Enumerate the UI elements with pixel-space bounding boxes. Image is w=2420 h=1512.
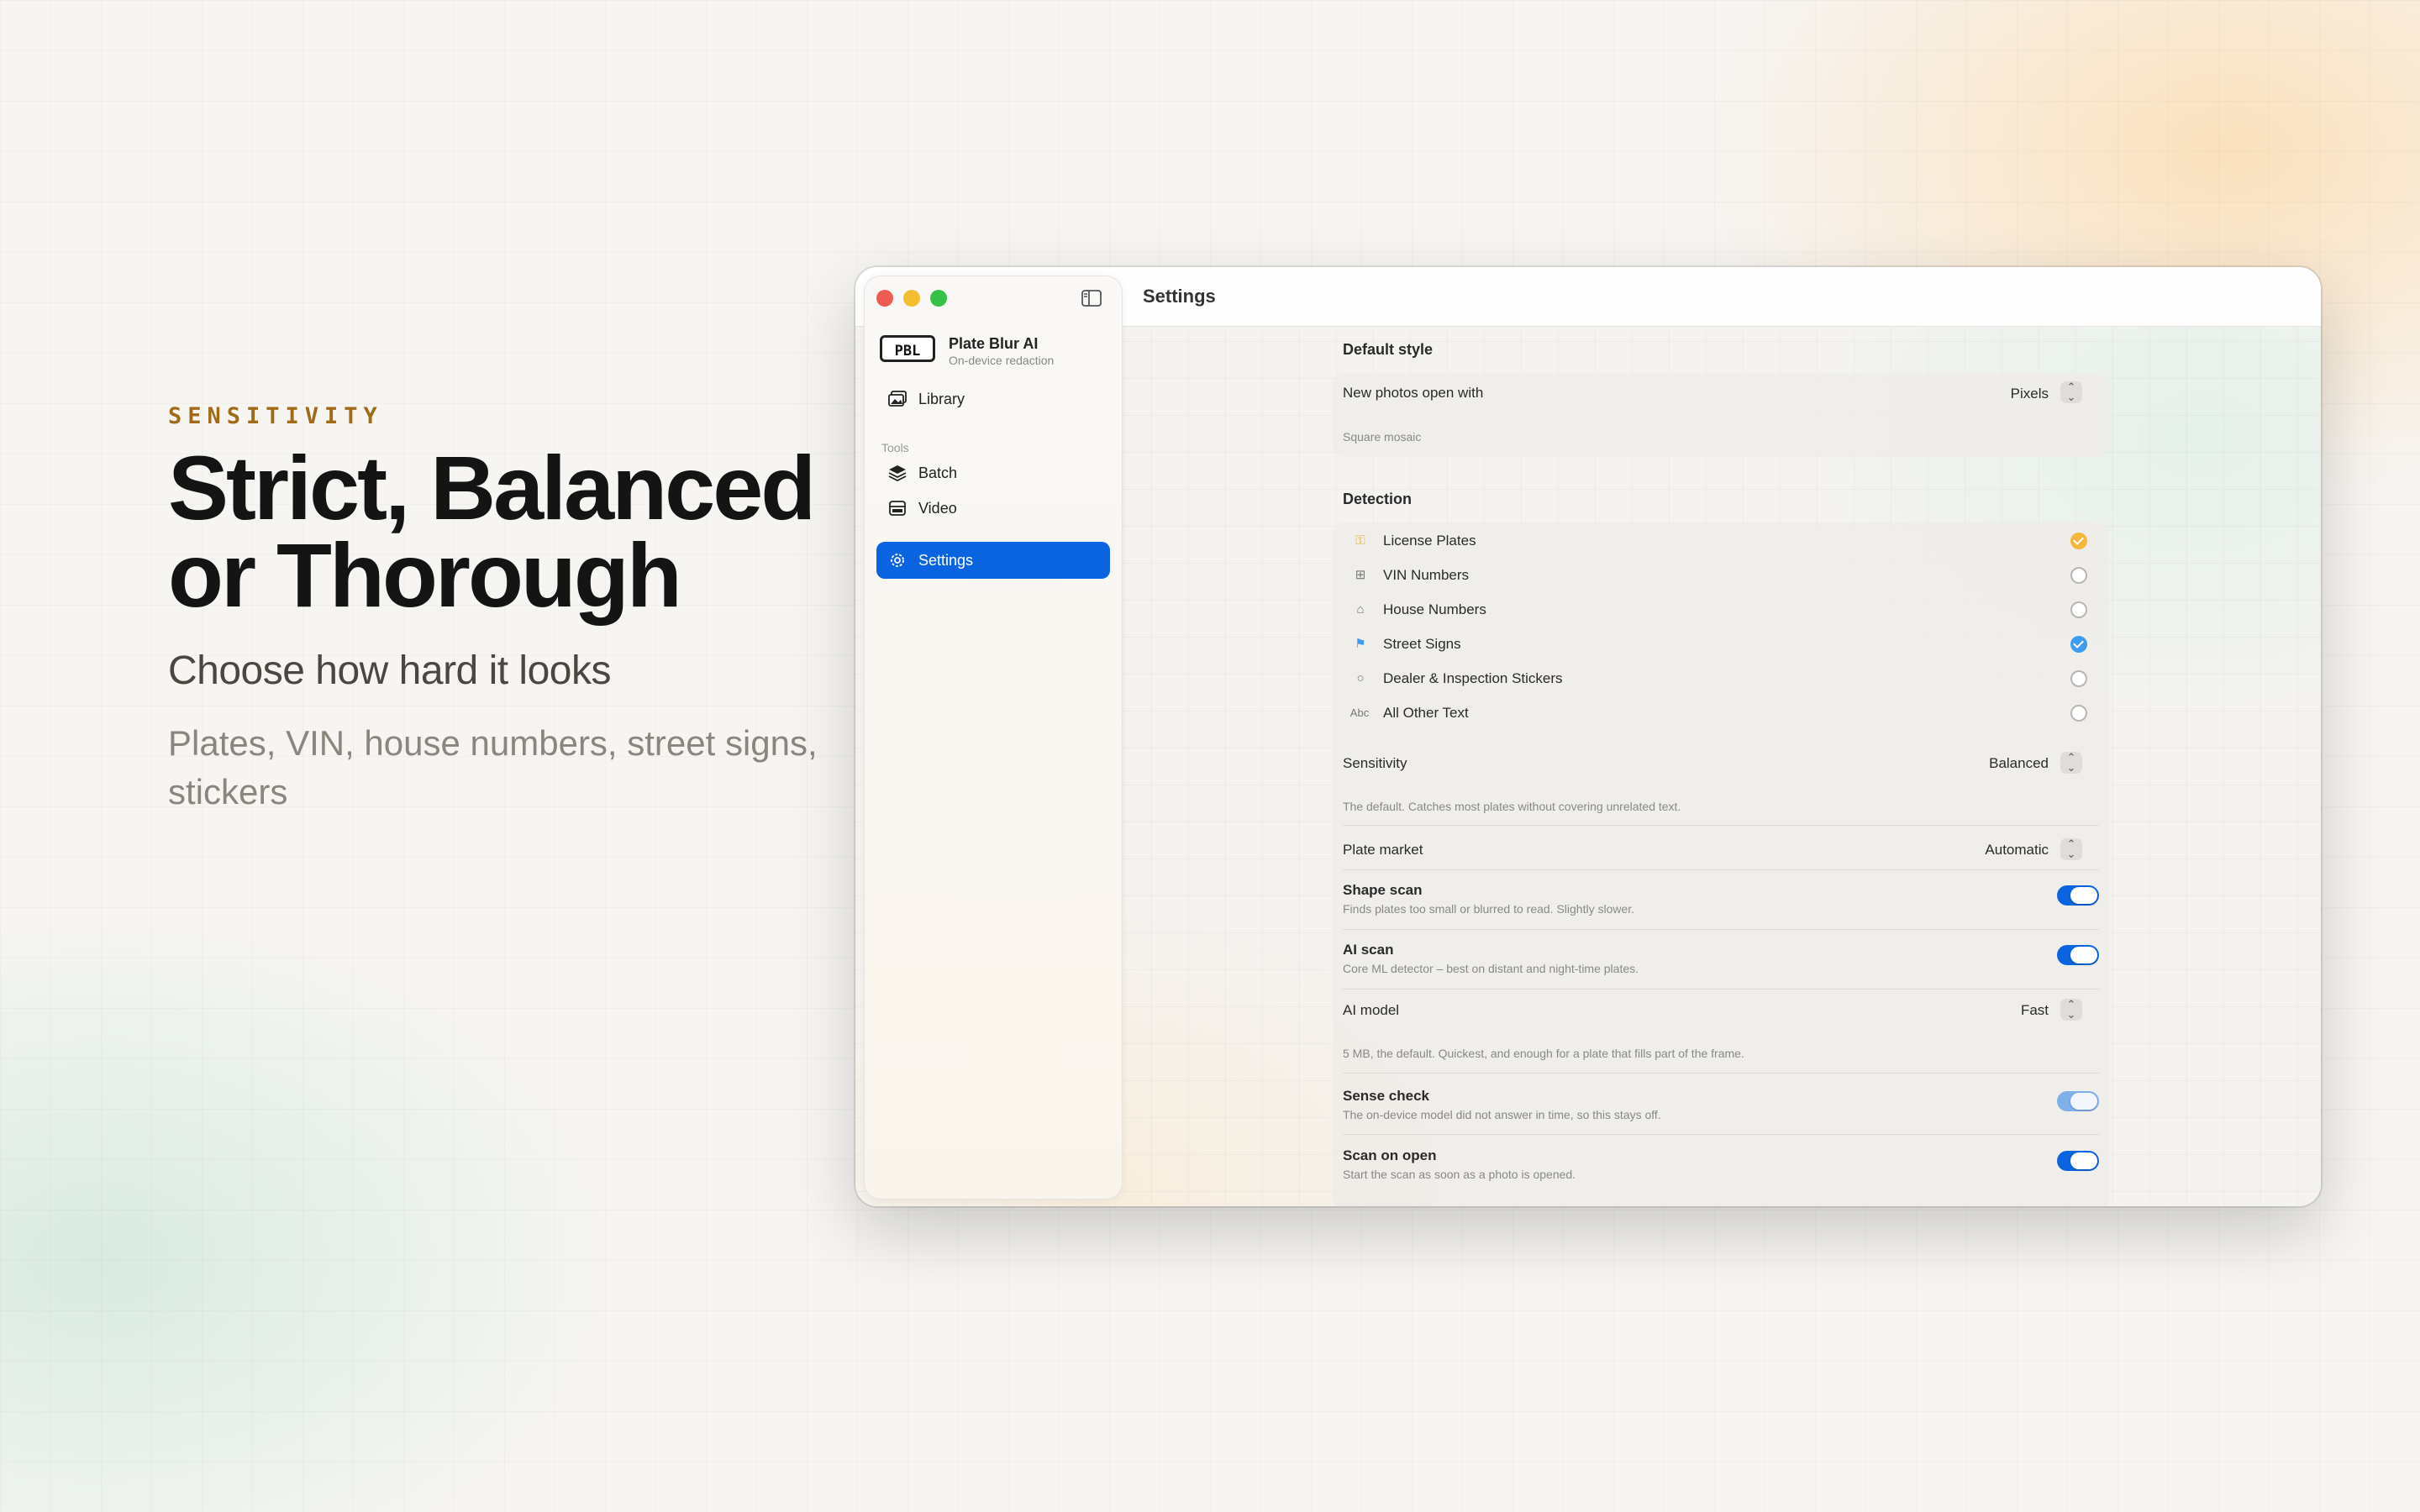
sensitivity-desc: The default. Catches most plates without… <box>1343 800 1681 813</box>
scan-on-open-desc: Start the scan as soon as a photo is ope… <box>1343 1168 1576 1181</box>
subhead: Choose how hard it looks <box>168 648 611 693</box>
sidebar-item-label: Settings <box>918 552 974 569</box>
brand-name: Plate Blur AI <box>949 335 1039 352</box>
section-title-detection: Detection <box>1343 491 1413 507</box>
house-icon: ⌂ <box>1356 602 1365 617</box>
street-signs-check[interactable] <box>2070 636 2087 653</box>
new-photos-desc: Square mosaic <box>1343 430 1422 444</box>
body-line-2: stickers <box>168 772 288 811</box>
dealer-stickers-check[interactable] <box>2070 670 2087 687</box>
ai-scan-label: AI scan <box>1343 942 1394 958</box>
video-icon <box>889 501 906 516</box>
divider <box>1343 825 2099 826</box>
all-other-text-check[interactable] <box>2070 705 2087 722</box>
sidebar-toggle-icon[interactable] <box>1081 290 1102 307</box>
ai-model-value[interactable]: Fast <box>2021 1002 2049 1019</box>
body-copy: Plates, VIN, house numbers, street signs… <box>168 719 857 816</box>
shape-scan-desc: Finds plates too small or blurred to rea… <box>1343 902 1635 916</box>
detection-item-street-signs: Street Signs <box>1383 636 1461 652</box>
plate-icon: ⚿ <box>1355 533 1365 548</box>
detection-group: ⚿ License Plates ⊞ VIN Numbers ⌂ House N… <box>1333 522 2109 1206</box>
ai-scan-toggle[interactable] <box>2057 945 2099 965</box>
ai-model-label: AI model <box>1343 1002 1400 1018</box>
brand-logo: PBL <box>880 335 935 362</box>
sidebar-item-batch[interactable]: Batch <box>876 454 1110 491</box>
ai-model-stepper[interactable]: ⌃ ⌄ <box>2060 999 2082 1021</box>
divider <box>1343 989 2099 990</box>
sidebar-item-label: Batch <box>918 465 958 481</box>
detection-item-house-numbers: House Numbers <box>1383 601 1486 617</box>
stack-icon <box>888 465 907 481</box>
plate-market-value[interactable]: Automatic <box>1985 842 2049 858</box>
window-title: Settings <box>1143 286 1216 307</box>
gear-icon <box>891 554 904 567</box>
ai-scan-desc: Core ML detector – best on distant and n… <box>1343 962 1639 975</box>
app-window: Settings PBL Plate Blur AI On-device red… <box>855 267 2321 1206</box>
headline: Strict, Balanced or Thorough <box>168 437 857 626</box>
shape-scan-label: Shape scan <box>1343 882 1423 898</box>
photo-library-icon <box>888 391 907 407</box>
detection-item-vin-numbers: VIN Numbers <box>1383 567 1470 583</box>
new-photos-label: New photos open with <box>1343 385 1484 401</box>
circle-icon: ○ <box>1356 671 1365 685</box>
hero: SENSITIVITY Strict, Balanced or Thorough… <box>168 403 857 816</box>
sidebar-section-tools: Tools <box>881 441 909 454</box>
minimize-window-button[interactable] <box>903 290 920 307</box>
sidebar-item-label: Library <box>918 391 965 407</box>
sense-check-toggle[interactable] <box>2057 1091 2099 1111</box>
house-numbers-check[interactable] <box>2070 601 2087 618</box>
detection-item-all-other-text: All Other Text <box>1383 705 1469 721</box>
sense-check-label: Sense check <box>1343 1088 1430 1104</box>
divider <box>1343 869 2099 870</box>
headline-line-2: or Thorough <box>168 524 682 626</box>
sense-check-desc: The on-device model did not answer in ti… <box>1343 1108 1661 1121</box>
detection-item-license-plates: License Plates <box>1383 533 1476 549</box>
vin-numbers-check[interactable] <box>2070 567 2087 584</box>
scan-on-open-label: Scan on open <box>1343 1147 1437 1163</box>
close-window-button[interactable] <box>876 290 893 307</box>
default-style-group: New photos open with Pixels ⌃ ⌄ Square mo… <box>1333 373 2109 457</box>
abc-icon: Abc <box>1349 706 1370 719</box>
sensitivity-value[interactable]: Balanced <box>1989 755 2049 772</box>
ai-model-desc: 5 MB, the default. Quickest, and enough … <box>1343 1047 1744 1060</box>
eyebrow: SENSITIVITY <box>168 403 383 429</box>
sidebar-item-library[interactable]: Library <box>876 381 1110 417</box>
sidebar-item-settings[interactable]: Settings <box>876 542 1110 579</box>
body-line-1: Plates, VIN, house numbers, street signs… <box>168 723 818 763</box>
sidebar-item-label: Video <box>918 500 957 517</box>
signpost-icon: ⚑ <box>1355 637 1366 651</box>
sidebar: PBL Plate Blur AI On-device redaction Li… <box>864 276 1123 1200</box>
shape-scan-toggle[interactable] <box>2057 885 2099 906</box>
plate-market-stepper[interactable]: ⌃ ⌄ <box>2060 838 2082 860</box>
headline-line-1: Strict, Balanced <box>168 437 816 538</box>
sensitivity-stepper[interactable]: ⌃ ⌄ <box>2060 752 2082 774</box>
sidebar-item-video[interactable]: Video <box>876 490 1110 527</box>
zoom-window-button[interactable] <box>930 290 947 307</box>
scan-on-open-toggle[interactable] <box>2057 1151 2099 1171</box>
divider <box>1343 1134 2099 1135</box>
section-title-default-style: Default style <box>1343 341 1434 358</box>
hash-icon: ⊞ <box>1355 568 1366 582</box>
new-photos-value[interactable]: Pixels <box>2011 386 2049 402</box>
detection-item-dealer-stickers: Dealer & Inspection Stickers <box>1383 670 1563 686</box>
new-photos-stepper[interactable]: ⌃ ⌄ <box>2060 381 2082 403</box>
divider <box>1343 929 2099 930</box>
plate-market-label: Plate market <box>1343 842 1423 858</box>
sensitivity-label: Sensitivity <box>1343 755 1407 771</box>
license-plates-check[interactable] <box>2070 533 2087 549</box>
divider <box>1343 1073 2099 1074</box>
brand-subtitle: On-device redaction <box>949 354 1055 367</box>
